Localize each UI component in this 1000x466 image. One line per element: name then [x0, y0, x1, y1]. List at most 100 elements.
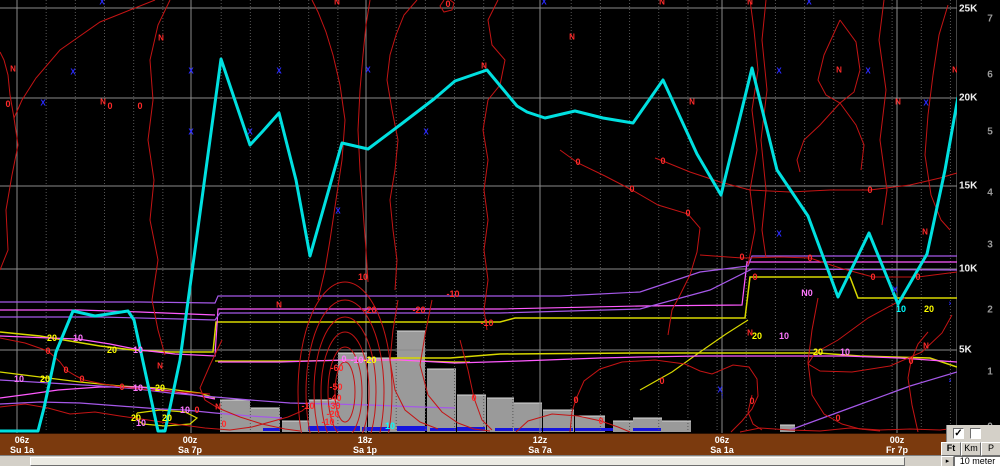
wind-contour	[640, 320, 748, 390]
contour-label: -10	[301, 401, 314, 411]
marker: N	[952, 66, 958, 75]
marker: ›	[949, 376, 952, 385]
contour-label: 0	[835, 413, 840, 423]
marker: N	[689, 98, 695, 107]
altitude-km-label: 5	[987, 127, 993, 138]
contour-label: 20	[107, 345, 117, 355]
marker: N	[659, 0, 665, 7]
temp-contour	[808, 298, 880, 431]
contour-label: -50	[329, 382, 342, 392]
units-km-button[interactable]: Km	[961, 442, 981, 456]
cyan-trace	[0, 59, 958, 431]
contour-label: 20	[162, 413, 172, 423]
contour-label: -40	[328, 393, 341, 403]
marker: N	[747, 329, 753, 338]
bufkit-timeheight-window: 000000000010-10-20-20-10-10-10-20-30-40-…	[0, 0, 1000, 466]
contour-label: 0	[867, 185, 872, 195]
marker: X	[923, 99, 929, 108]
marker: N	[157, 362, 163, 371]
contour-label: 0	[45, 346, 50, 356]
time-axis-label: 00zSa 7p	[155, 435, 225, 455]
marker: N	[481, 62, 487, 71]
wind-contour	[0, 256, 957, 303]
contour-label: 0	[752, 272, 757, 282]
precip-type-strip	[543, 428, 573, 431]
contour-label: 10	[896, 304, 906, 314]
altitude-km-label: 3	[987, 240, 993, 251]
marker: X	[365, 66, 371, 75]
temp-contour	[818, 20, 860, 103]
wind-contour	[790, 372, 957, 430]
contour-label: -20	[363, 305, 376, 315]
contour-label: 0	[575, 157, 580, 167]
horizontal-scrollbar[interactable]	[0, 455, 941, 466]
overlay-checkbox-2[interactable]	[970, 428, 981, 439]
precip-type-strip	[397, 426, 427, 431]
contour-label: 0	[908, 356, 913, 366]
time-axis-label: 00zFr 7p	[862, 435, 932, 455]
precip-type-strip	[633, 428, 661, 431]
marker: X	[776, 67, 782, 76]
marker: X	[865, 67, 871, 76]
contour-label: 10	[14, 374, 24, 384]
contour-label: 10	[385, 421, 395, 431]
temp-contour	[483, 0, 505, 330]
time-axis-label: 18zSa 1p	[330, 435, 400, 455]
marker: N	[10, 65, 16, 74]
precip-type-strip	[575, 428, 613, 431]
marker: N	[747, 0, 753, 7]
time-height-chart[interactable]: 000000000010-10-20-20-10-10-10-20-30-40-…	[0, 0, 1000, 433]
precip-type-strip	[495, 428, 513, 431]
scrollbar-right-arrow-button[interactable]: ▸	[941, 456, 954, 466]
precip-bar	[514, 403, 542, 432]
altitude-km-label: 2	[987, 305, 993, 316]
time-axis-label: 06zSa 1a	[687, 435, 757, 455]
marker: N	[276, 301, 282, 310]
contour-label: 0	[194, 405, 199, 415]
marker: ›	[949, 299, 952, 308]
contour-label: -20	[363, 355, 376, 365]
marker: N	[569, 33, 575, 42]
marker: X	[99, 0, 105, 7]
contour-label: -20	[412, 305, 425, 315]
contour-label: 0	[107, 101, 112, 111]
marker: X	[40, 99, 46, 108]
altitude-km-label: 1	[987, 367, 993, 378]
contour-label: 0	[471, 393, 476, 403]
wind-contour	[0, 277, 957, 352]
contour-label: 10	[133, 345, 143, 355]
temp-contour	[797, 103, 840, 172]
temp-contour	[0, 0, 155, 118]
scrollbar-thumb[interactable]	[30, 457, 905, 466]
marker: X	[70, 68, 76, 77]
altitude-ft-label: 5K	[959, 345, 973, 356]
marker: N	[922, 228, 928, 237]
wind-contour	[0, 387, 215, 399]
precip-bar	[487, 398, 514, 432]
contour-label: 0	[660, 156, 665, 166]
temp-contour	[840, 103, 864, 170]
contour-label: 20	[924, 304, 934, 314]
temp-contour	[925, 5, 950, 230]
marker: N	[923, 342, 929, 351]
contour-label: 10	[840, 347, 850, 357]
precip-type-strip	[430, 428, 456, 431]
overlay-checkbox-1[interactable]: ✓	[953, 428, 964, 439]
contour-label: 0	[573, 395, 578, 405]
wind-contour	[390, 353, 957, 367]
units-pressure-button[interactable]: P	[981, 442, 1000, 456]
marker: X	[806, 0, 812, 7]
units-feet-button[interactable]: Ft	[941, 442, 961, 456]
temp-contour	[655, 158, 957, 192]
level-dropdown[interactable]: 10 meter	[954, 456, 1000, 466]
contour-label: 20	[40, 374, 50, 384]
contour-label: 20	[752, 331, 762, 341]
marker: N	[158, 34, 164, 43]
altitude-ft-label: 25K	[959, 4, 978, 15]
contour-label: 10	[133, 383, 143, 393]
temp-contour	[740, 428, 957, 432]
contour-label: 0	[739, 252, 744, 262]
marker: X	[188, 67, 194, 76]
contour-label: 0	[119, 382, 124, 392]
contour-label: 0	[629, 184, 634, 194]
